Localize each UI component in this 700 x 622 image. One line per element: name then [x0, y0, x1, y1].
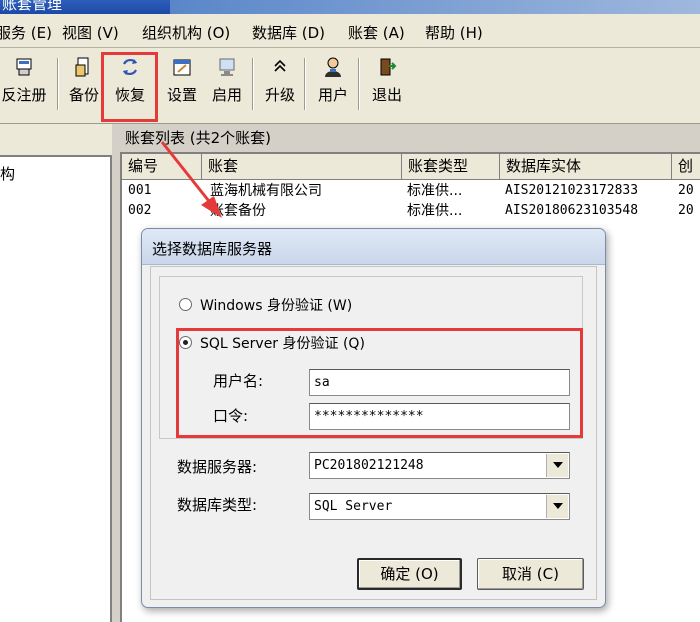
row-id: 002: [128, 203, 152, 218]
settings-button[interactable]: 设置: [162, 56, 202, 116]
row-created: 20: [678, 183, 694, 198]
backup-icon: [75, 57, 89, 77]
user-icon: [325, 57, 341, 77]
row-name: 账套备份: [210, 203, 266, 219]
user-button[interactable]: 用户: [312, 56, 354, 116]
dbtype-value: SQL Server: [314, 499, 393, 514]
upgrade-label: 升级: [264, 86, 295, 104]
chevron-down-icon: [553, 462, 563, 468]
cancel-button[interactable]: 取消 (C): [477, 558, 584, 590]
window-title-bar: 账套管理: [0, 0, 700, 14]
menu-view[interactable]: 视图 (V): [62, 22, 119, 43]
column-header-created[interactable]: 创: [672, 154, 700, 180]
server-select[interactable]: PC201802121248: [309, 452, 570, 479]
dbtype-select[interactable]: SQL Server: [309, 493, 570, 520]
unregister-icon: [16, 58, 32, 76]
enable-icon: [219, 58, 235, 76]
dialog-title: 选择数据库服务器: [152, 240, 273, 258]
tree-node[interactable]: 构: [0, 163, 15, 184]
toolbar-separator: [358, 58, 360, 110]
user-label: 用户: [317, 86, 348, 104]
toolbar-separator: [304, 58, 306, 110]
dbtype-label: 数据库类型:: [177, 496, 258, 514]
windows-auth-radio[interactable]: Windows 身份验证 (W): [179, 295, 352, 315]
settings-label: 设置: [166, 86, 197, 104]
menu-organization[interactable]: 组织机构 (O): [142, 22, 230, 43]
enable-button[interactable]: 启用: [205, 56, 249, 116]
radio-unchecked-icon: [179, 298, 192, 311]
chevron-down-icon: [553, 503, 563, 509]
server-value: PC201802121248: [314, 458, 424, 473]
row-type: 标准供...: [407, 203, 463, 219]
server-dropdown-button[interactable]: [546, 454, 568, 477]
exit-button[interactable]: 退出: [366, 56, 408, 116]
menu-service[interactable]: 服务 (E): [0, 22, 52, 43]
upgrade-icon: [274, 59, 286, 72]
menu-help[interactable]: 帮助 (H): [425, 22, 483, 43]
account-list-header: 编号 账套 账套类型 数据库实体 创: [122, 154, 700, 180]
column-header-type[interactable]: 账套类型: [402, 154, 500, 180]
backup-button[interactable]: 备份: [64, 56, 104, 116]
tree-header: [0, 124, 112, 155]
toolbar-separator: [57, 58, 59, 110]
exit-icon: [380, 58, 397, 76]
window-title: 账套管理: [2, 0, 63, 13]
dialog-title-bar[interactable]: 选择数据库服务器: [142, 229, 605, 265]
restore-highlight-box: [101, 52, 158, 122]
upgrade-button[interactable]: 升级: [259, 56, 301, 116]
menu-database[interactable]: 数据库 (D): [252, 22, 325, 43]
menu-bar: 服务 (E) 视图 (V) 组织机构 (O) 数据库 (D) 账套 (A) 帮助…: [0, 14, 700, 48]
column-header-id[interactable]: 编号: [122, 154, 202, 180]
column-header-database[interactable]: 数据库实体: [500, 154, 672, 180]
table-row[interactable]: 001 蓝海机械有限公司 标准供... AIS20121023172833 20: [122, 181, 700, 201]
windows-auth-label: Windows 身份验证 (W): [200, 298, 353, 314]
table-row[interactable]: 002 账套备份 标准供... AIS20180623103548 20: [122, 201, 700, 221]
row-name: 蓝海机械有限公司: [210, 183, 322, 199]
toolbar-separator: [252, 58, 254, 110]
dbtype-dropdown-button[interactable]: [546, 495, 568, 518]
row-created: 20: [678, 203, 694, 218]
title-bar-background: [170, 0, 700, 14]
unregister-button[interactable]: 反注册: [0, 56, 54, 116]
org-tree[interactable]: 构: [0, 155, 112, 622]
account-list-caption: 账套列表 (共2个账套): [125, 129, 272, 147]
menu-account[interactable]: 账套 (A): [348, 22, 405, 43]
backup-label: 备份: [68, 86, 99, 104]
column-header-name[interactable]: 账套: [202, 154, 402, 180]
ok-button[interactable]: 确定 (O): [357, 558, 462, 590]
exit-label: 退出: [371, 86, 402, 104]
row-database: AIS20121023172833: [505, 183, 639, 198]
unregister-label: 反注册: [1, 86, 47, 104]
server-label: 数据服务器:: [177, 458, 258, 476]
sql-auth-highlight-box: [176, 328, 583, 438]
row-type: 标准供...: [407, 183, 463, 199]
enable-label: 启用: [211, 86, 242, 104]
row-database: AIS20180623103548: [505, 203, 639, 218]
row-id: 001: [128, 183, 152, 198]
settings-icon: [173, 59, 191, 76]
